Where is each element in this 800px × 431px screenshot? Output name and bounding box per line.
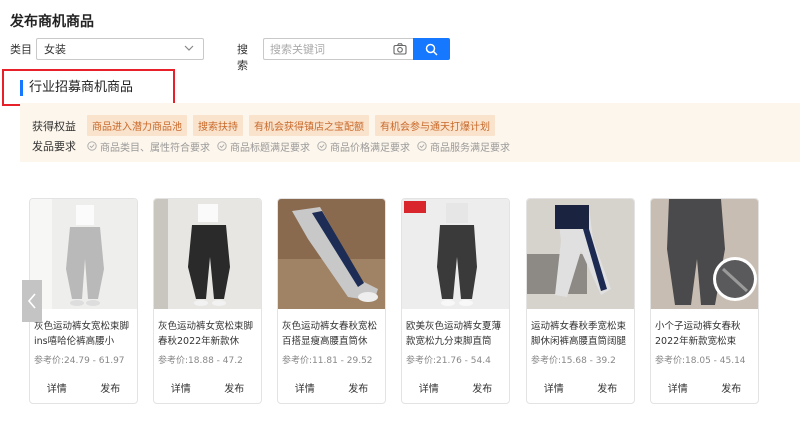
requirements-label: 发品要求 — [32, 140, 76, 153]
rights-tag: 有机会参与通天打爆计划 — [375, 115, 495, 136]
product-card[interactable]: 灰色运动裤女宽松束脚春秋2022年新款休闲… 参考价:18.88 - 47.2 … — [153, 198, 262, 404]
product-image[interactable] — [402, 199, 509, 309]
carousel-prev-button[interactable] — [22, 280, 42, 322]
check-circle-icon — [87, 141, 97, 151]
search-label: 搜索 — [237, 43, 248, 72]
section-title: 行业招募商机商品 — [20, 80, 133, 96]
camera-icon[interactable] — [393, 42, 407, 56]
rights-tag: 搜索扶持 — [193, 115, 243, 136]
search-icon — [425, 43, 438, 56]
search-input[interactable] — [263, 38, 413, 60]
page-title: 发布商机商品 — [10, 14, 94, 30]
product-card[interactable]: 小个子运动裤女春秋2022年新款宽松束脚… 参考价:18.05 - 45.14 … — [650, 198, 759, 404]
check-circle-icon — [217, 141, 227, 151]
product-card[interactable]: 灰色运动裤女宽松束脚ins嘻哈伦裤高腰小个… 参考价:24.79 - 61.97… — [29, 198, 138, 404]
chevron-left-icon — [27, 293, 36, 309]
requirement-item: 商品服务满足要求 — [417, 139, 510, 154]
product-price: 参考价:15.68 - 39.2 — [531, 356, 616, 366]
product-price: 参考价:21.76 - 54.4 — [406, 356, 491, 366]
detail-link[interactable]: 详情 — [295, 380, 315, 395]
requirement-item: 商品类目、属性符合要求 — [87, 139, 210, 154]
check-circle-icon — [317, 141, 327, 151]
product-price: 参考价:11.81 - 29.52 — [282, 356, 373, 366]
detail-link[interactable]: 详情 — [171, 380, 191, 395]
product-title[interactable]: 小个子运动裤女春秋2022年新款宽松束脚… — [655, 319, 754, 349]
category-select-value: 女装 — [44, 43, 66, 56]
product-price: 参考价:18.05 - 45.14 — [655, 356, 746, 366]
detail-link[interactable]: 详情 — [544, 380, 564, 395]
filter-bar: 类目 女装 搜索 — [10, 38, 450, 72]
detail-link[interactable]: 详情 — [668, 380, 688, 395]
product-image[interactable] — [278, 199, 385, 309]
product-card[interactable]: 运动裤女春秋季宽松束脚休闲裤高腰直筒阔腿裤… 参考价:15.68 - 39.2 … — [526, 198, 635, 404]
publish-link[interactable]: 发布 — [472, 380, 492, 395]
rights-row: 获得权益 商品进入潜力商品池 搜索扶持 有机会获得镇店之宝配额 有机会参与通天打… — [32, 115, 501, 136]
requirements-row: 发品要求 商品类目、属性符合要求 商品标题满足要求 商品价格满足要求 商品服务满… — [32, 138, 517, 154]
detail-link[interactable]: 详情 — [419, 380, 439, 395]
publish-link[interactable]: 发布 — [597, 380, 617, 395]
product-card[interactable]: 欧美灰色运动裤女夏薄款宽松九分束脚直筒百… 参考价:21.76 - 54.4 详… — [401, 198, 510, 404]
product-price: 参考价:24.79 - 61.97 — [34, 356, 125, 366]
product-carousel: 灰色运动裤女宽松束脚ins嘻哈伦裤高腰小个… 参考价:24.79 - 61.97… — [0, 196, 800, 406]
rights-tag: 有机会获得镇店之宝配额 — [249, 115, 369, 136]
publish-link[interactable]: 发布 — [721, 380, 741, 395]
chevron-down-icon — [184, 45, 194, 51]
product-image[interactable] — [651, 199, 758, 309]
rights-label: 获得权益 — [32, 119, 76, 133]
rights-tag: 商品进入潜力商品池 — [87, 115, 187, 136]
publish-link[interactable]: 发布 — [100, 380, 120, 395]
requirement-item: 商品标题满足要求 — [217, 139, 310, 154]
product-title[interactable]: 欧美灰色运动裤女夏薄款宽松九分束脚直筒百… — [406, 319, 505, 349]
product-title[interactable]: 运动裤女春秋季宽松束脚休闲裤高腰直筒阔腿裤… — [531, 319, 630, 349]
search-button[interactable] — [413, 38, 450, 60]
rights-panel: 获得权益 商品进入潜力商品池 搜索扶持 有机会获得镇店之宝配额 有机会参与通天打… — [20, 103, 800, 162]
product-image[interactable] — [527, 199, 634, 309]
publish-link[interactable]: 发布 — [348, 380, 368, 395]
product-image[interactable] — [30, 199, 137, 309]
check-circle-icon — [417, 141, 427, 151]
product-title[interactable]: 灰色运动裤女宽松束脚ins嘻哈伦裤高腰小个… — [34, 319, 133, 349]
product-image[interactable] — [154, 199, 261, 309]
product-title[interactable]: 灰色运动裤女春秋宽松百搭显瘦高腰直筒休闲… — [282, 319, 381, 349]
product-title[interactable]: 灰色运动裤女宽松束脚春秋2022年新款休闲… — [158, 319, 257, 349]
requirement-item: 商品价格满足要求 — [317, 139, 410, 154]
publish-link[interactable]: 发布 — [224, 380, 244, 395]
category-select[interactable]: 女装 — [36, 38, 204, 60]
product-card[interactable]: 灰色运动裤女春秋宽松百搭显瘦高腰直筒休闲… 参考价:11.81 - 29.52 … — [277, 198, 386, 404]
category-label: 类目 — [10, 43, 32, 56]
product-price: 参考价:18.88 - 47.2 — [158, 356, 243, 366]
detail-link[interactable]: 详情 — [47, 380, 67, 395]
